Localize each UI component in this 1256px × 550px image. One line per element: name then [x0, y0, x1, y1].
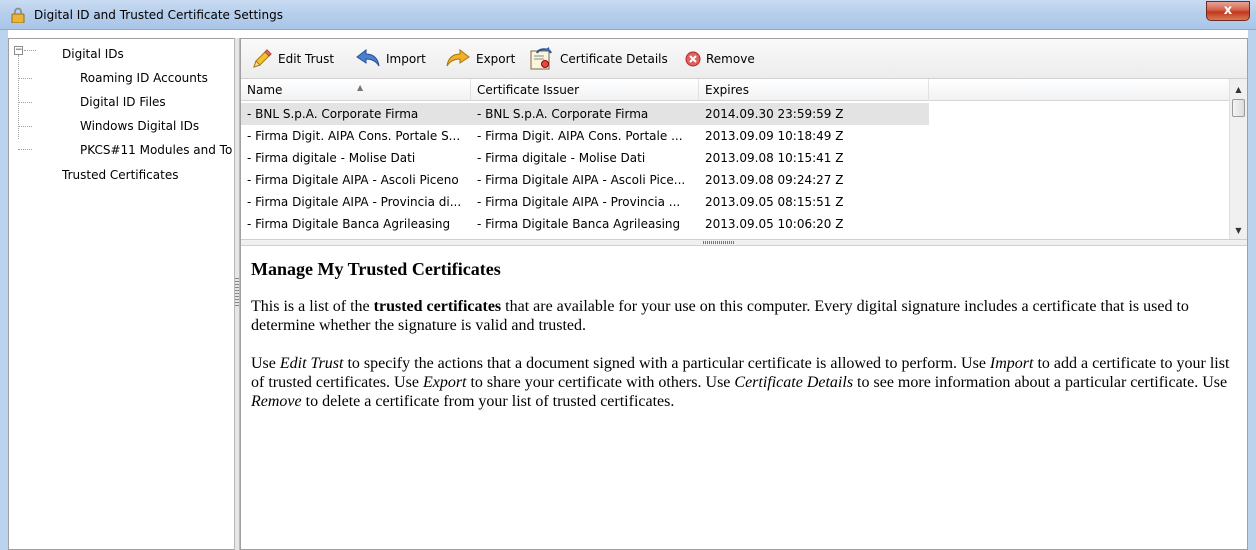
import-arrow-icon [356, 49, 380, 67]
table-row[interactable]: - Firma Digit. AIPA Cons. Portale S... -… [241, 125, 929, 147]
cell-issuer: - BNL S.p.A. Corporate Firma [477, 107, 649, 121]
scroll-down-icon[interactable]: ▼ [1230, 222, 1247, 239]
description-paragraph: Use Edit Trust to specify the actions th… [251, 354, 1237, 411]
toolbar: Edit Trust Import Export Certificate Det… [241, 39, 1247, 79]
tree-item-digital-ids[interactable]: Digital IDs [62, 44, 124, 64]
remove-button[interactable]: Remove [685, 47, 755, 71]
tree-connector [18, 78, 32, 79]
emphasis-trusted-certificates: trusted certificates [373, 298, 502, 315]
column-header-expires[interactable]: Expires [699, 79, 929, 101]
remove-label: Remove [706, 52, 755, 66]
cell-issuer: - Firma Digitale AIPA - Ascoli Pice... [477, 173, 686, 187]
tree-item-windows-digital-ids[interactable]: Windows Digital IDs [80, 116, 199, 136]
cell-name: - BNL S.p.A. Corporate Firma [247, 107, 419, 121]
table-row[interactable]: - Firma Digitale AIPA - Provincia di... … [241, 191, 929, 213]
description-paragraph: This is a list of the trusted certificat… [251, 297, 1237, 335]
text-span: to share your certificate with others. U… [466, 374, 735, 391]
cell-expires: 2014.09.30 23:59:59 Z [705, 107, 844, 121]
list-vertical-scrollbar[interactable]: ▲ ▼ [1229, 79, 1247, 239]
table-row[interactable]: - BNL S.p.A. Corporate Firma - BNL S.p.A… [241, 103, 929, 125]
emphasis-certificate-details: Certificate Details [734, 374, 854, 391]
export-label: Export [476, 52, 516, 66]
cell-issuer: - Firma digitale - Molise Dati [477, 151, 646, 165]
collapse-icon[interactable]: − [14, 46, 23, 55]
column-header-name[interactable]: Name ▲ [241, 79, 471, 101]
edit-trust-label: Edit Trust [278, 52, 335, 66]
tree-item-roaming-id-accounts[interactable]: Roaming ID Accounts [80, 68, 208, 88]
emphasis-export: Export [422, 374, 467, 391]
tree-item-digital-id-files[interactable]: Digital ID Files [80, 92, 166, 112]
pencil-icon [253, 49, 272, 68]
close-button[interactable]: x [1206, 1, 1250, 21]
horizontal-splitter[interactable] [241, 239, 1247, 246]
column-header-issuer[interactable]: Certificate Issuer [471, 79, 699, 101]
emphasis-edit-trust: Edit Trust [279, 355, 344, 372]
list-header: Name ▲ Certificate Issuer Expires [241, 79, 1229, 101]
tree-item-pkcs11-modules[interactable]: PKCS#11 Modules and To [80, 140, 232, 160]
tree-connector [18, 149, 32, 150]
cell-issuer: - Firma Digit. AIPA Cons. Portale ... [477, 129, 683, 143]
cell-issuer: - Firma Digitale Banca Agrileasing [477, 217, 681, 231]
window-frame-left [0, 30, 8, 550]
description-panel: Manage My Trusted Certificates This is a… [241, 246, 1247, 549]
cell-expires: 2013.09.08 10:15:41 Z [705, 151, 844, 165]
cell-issuer: - Firma Digitale AIPA - Provincia ... [477, 195, 681, 209]
scrollbar-thumb[interactable] [1232, 99, 1245, 117]
text-span: This is a list of the [251, 298, 374, 315]
emphasis-import: Import [989, 355, 1034, 372]
cell-expires: 2013.09.09 10:18:49 Z [705, 129, 844, 143]
certificate-icon [530, 47, 552, 70]
cell-expires: 2013.09.08 09:24:27 Z [705, 173, 844, 187]
sort-ascending-icon: ▲ [357, 83, 364, 92]
edit-trust-button[interactable]: Edit Trust [251, 47, 334, 71]
certificate-details-button[interactable]: Certificate Details [529, 47, 668, 71]
tree-connector [18, 126, 32, 127]
splitter-grip [703, 241, 735, 244]
text-span: to delete a certificate from your list o… [301, 393, 675, 410]
cell-name: - Firma Digitale AIPA - Provincia di... [247, 195, 462, 209]
text-span: Use [251, 355, 280, 372]
text-span: to see more information about a particul… [853, 374, 1228, 391]
cell-name: - Firma Digitale AIPA - Ascoli Piceno [247, 173, 459, 187]
navigation-tree: − Digital IDs Roaming ID Accounts Digita… [8, 38, 234, 550]
table-row[interactable]: - Firma Digitale AIPA - Ascoli Piceno - … [241, 169, 929, 191]
tree-connector [18, 102, 32, 103]
table-row[interactable]: - Firma Digitale Banca Agrileasing - Fir… [241, 213, 929, 235]
splitter-grip [235, 278, 239, 308]
tree-item-trusted-certificates[interactable]: Trusted Certificates [62, 165, 178, 185]
column-name-label: Name [247, 83, 283, 97]
remove-x-icon [685, 51, 701, 67]
tree-connector [24, 50, 36, 51]
window-titlebar: Digital ID and Trusted Certificate Setti… [0, 0, 1256, 30]
lock-icon [11, 7, 25, 23]
import-label: Import [386, 52, 426, 66]
cell-name: - Firma Digitale Banca Agrileasing [247, 217, 451, 231]
import-button[interactable]: Import [355, 47, 426, 71]
window-title: Digital ID and Trusted Certificate Setti… [34, 8, 283, 22]
emphasis-remove: Remove [251, 393, 302, 410]
cell-name: - Firma digitale - Molise Dati [247, 151, 416, 165]
certificate-details-label: Certificate Details [560, 52, 668, 66]
description-heading: Manage My Trusted Certificates [251, 259, 501, 279]
cell-name: - Firma Digit. AIPA Cons. Portale S... [247, 129, 461, 143]
export-arrow-icon [446, 49, 470, 67]
cell-expires: 2013.09.05 10:06:20 Z [705, 217, 844, 231]
scroll-up-icon[interactable]: ▲ [1230, 81, 1247, 98]
export-button[interactable]: Export [445, 47, 515, 71]
text-span: to specify the actions that a document s… [343, 355, 990, 372]
content-pane: Edit Trust Import Export Certificate Det… [240, 38, 1248, 550]
cell-expires: 2013.09.05 08:15:51 Z [705, 195, 844, 209]
certificate-list: Name ▲ Certificate Issuer Expires - BNL … [241, 79, 1247, 239]
window-frame-right [1248, 30, 1256, 550]
table-row[interactable]: - Firma digitale - Molise Dati - Firma d… [241, 147, 929, 169]
